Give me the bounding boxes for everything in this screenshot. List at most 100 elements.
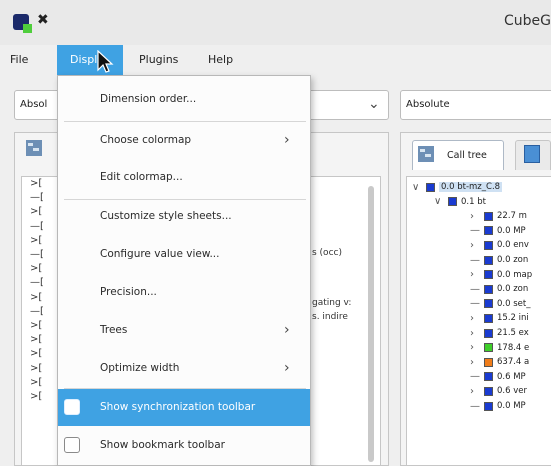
left-tree-expander[interactable]: >[ [30,377,42,388]
call-tree-row[interactable]: — 0.0 MP [470,399,526,413]
call-tree-row[interactable]: › 637.4 a [470,355,529,369]
tree-leaf-icon: — [470,254,480,266]
left-tree-expander[interactable]: —[ [30,192,44,203]
left-tree-expander[interactable]: >[ [30,178,42,189]
title-bar [0,0,551,45]
left-tree-expander[interactable]: >[ [30,235,42,246]
call-tree-row[interactable]: › 0.0 env [470,238,529,252]
left-tree-expander[interactable]: >[ [30,320,42,331]
left-tree-expander[interactable]: >[ [30,391,42,402]
left-tree-expander[interactable]: >[ [30,363,42,374]
call-tree-row[interactable]: — 0.0 set_ [470,297,530,311]
call-tree-row[interactable]: — 0.0 zon [470,253,528,267]
left-tree-expander[interactable]: >[ [30,348,42,359]
expand-closed-icon[interactable]: › [470,386,484,397]
left-tree-expander[interactable]: —[ [30,306,44,317]
call-tree-row[interactable]: › 15.2 ini [470,311,529,325]
call-tree-row[interactable]: › 0.6 ver [470,384,527,398]
call-tree-row[interactable]: ∨ 0.0 bt-mz_C.8 [412,180,503,194]
checkbox[interactable] [64,437,80,453]
menu-item-show-bookmark-toolbar[interactable]: Show bookmark toolbar [58,427,310,464]
expand-closed-icon[interactable]: › [470,269,484,280]
tree-leaf-icon: — [470,371,480,383]
pin-icon[interactable]: ✖ [37,12,49,28]
call-tree-label: 0.0 zon [497,284,529,295]
call-tree-row[interactable]: › 22.7 m [470,209,527,223]
call-tree-label: 0.1 bt [461,196,486,207]
metric-color-swatch [484,240,493,250]
menu-item-dimension-order[interactable]: Dimension order... [58,81,310,118]
metric-color-swatch [484,284,493,294]
menu-help[interactable]: Help [208,53,233,66]
call-tree-label: 22.7 m [497,211,527,222]
call-tree-label: 0.0 bt-mz_C.8 [439,182,503,192]
expand-closed-icon[interactable]: › [470,211,484,222]
call-tree-row[interactable]: — 0.6 MP [470,370,526,384]
tree-tab-icon[interactable] [26,140,42,156]
expand-closed-icon[interactable]: › [470,342,484,353]
call-tree-row[interactable]: — 0.0 zon [470,282,528,296]
menu-item-optimize-width[interactable]: Optimize width › [58,350,310,387]
metric-color-swatch [484,313,493,323]
menu-item-precision[interactable]: Precision... [58,274,310,311]
metric-color-swatch [484,343,493,353]
app-icon [13,14,32,33]
menu-item-edit-colormap[interactable]: Edit colormap... [58,159,310,196]
checkbox[interactable] [64,399,80,415]
call-tree-label: 0.6 ver [497,386,527,397]
chevron-right-icon: › [284,322,290,338]
call-tree-row[interactable]: › 21.5 ex [470,326,529,340]
left-text-snippet: s (occ) [312,248,342,258]
call-tree-label: 21.5 ex [497,328,529,338]
left-tree-expander[interactable]: >[ [30,334,42,345]
metric-color-swatch [484,372,493,382]
chevron-down-icon[interactable]: ⌄ [368,96,380,112]
menu-item-label: Configure value view... [100,248,220,260]
call-tree-row[interactable]: — 0.0 MP [470,224,526,238]
menu-item-label: Optimize width [100,362,180,374]
expand-closed-icon[interactable]: › [470,357,484,368]
metric-color-swatch [484,328,493,338]
menu-item-label: Precision... [100,286,157,298]
left-tree-expander[interactable]: —[ [30,221,44,232]
call-tree-label: 637.4 a [497,357,530,368]
expand-open-icon[interactable]: ∨ [412,182,426,193]
menu-plugins[interactable]: Plugins [139,53,178,66]
tree-leaf-icon: — [470,283,480,295]
call-tree-label: 0.0 MP [497,225,526,236]
call-tree-row[interactable]: › 0.0 map [470,268,532,282]
tree-leaf-icon: — [470,225,480,237]
menu-item-customize-style-sheets[interactable]: Customize style sheets... [58,198,310,235]
call-tree-label: 178.4 e [497,342,530,353]
right-combo-value: Absolute [406,99,450,110]
menu-item-show-synchronization-toolbar[interactable]: Show synchronization toolbar [58,389,310,426]
call-tree-label: 0.0 MP [497,401,526,411]
menu-file[interactable]: File [10,53,28,66]
left-tree-expander[interactable]: —[ [30,249,44,260]
metric-color-swatch [426,182,435,192]
menu-item-label: Trees [100,324,128,336]
left-tree-expander[interactable]: —[ [30,277,44,288]
expand-closed-icon[interactable]: › [470,313,484,324]
window-title: CubeG [504,13,551,29]
metric-color-swatch [484,211,493,221]
expand-open-icon[interactable]: ∨ [434,196,448,207]
left-tree-expander[interactable]: >[ [30,292,42,303]
left-tree-expander[interactable]: >[ [30,206,42,217]
tab-call-tree-label[interactable]: Call tree [447,150,487,161]
call-tree-row[interactable]: › 178.4 e [470,341,529,355]
menu-item-configure-value-view[interactable]: Configure value view... [58,236,310,273]
call-tree-icon [418,146,434,162]
call-tree-label: 0.0 env [497,240,529,251]
chevron-right-icon: › [284,132,290,148]
call-tree-label: 0.6 MP [497,371,526,382]
expand-closed-icon[interactable]: › [470,328,484,339]
expand-closed-icon[interactable]: › [470,240,484,251]
left-tree-expander[interactable]: >[ [30,263,42,274]
metric-color-swatch [484,401,493,411]
menu-item-trees[interactable]: Trees › [58,312,310,349]
flat-view-icon [524,145,540,163]
menu-item-choose-colormap[interactable]: Choose colormap › [58,122,310,159]
left-scrollbar[interactable] [368,186,374,462]
call-tree-row[interactable]: ∨ 0.1 bt [434,195,486,209]
